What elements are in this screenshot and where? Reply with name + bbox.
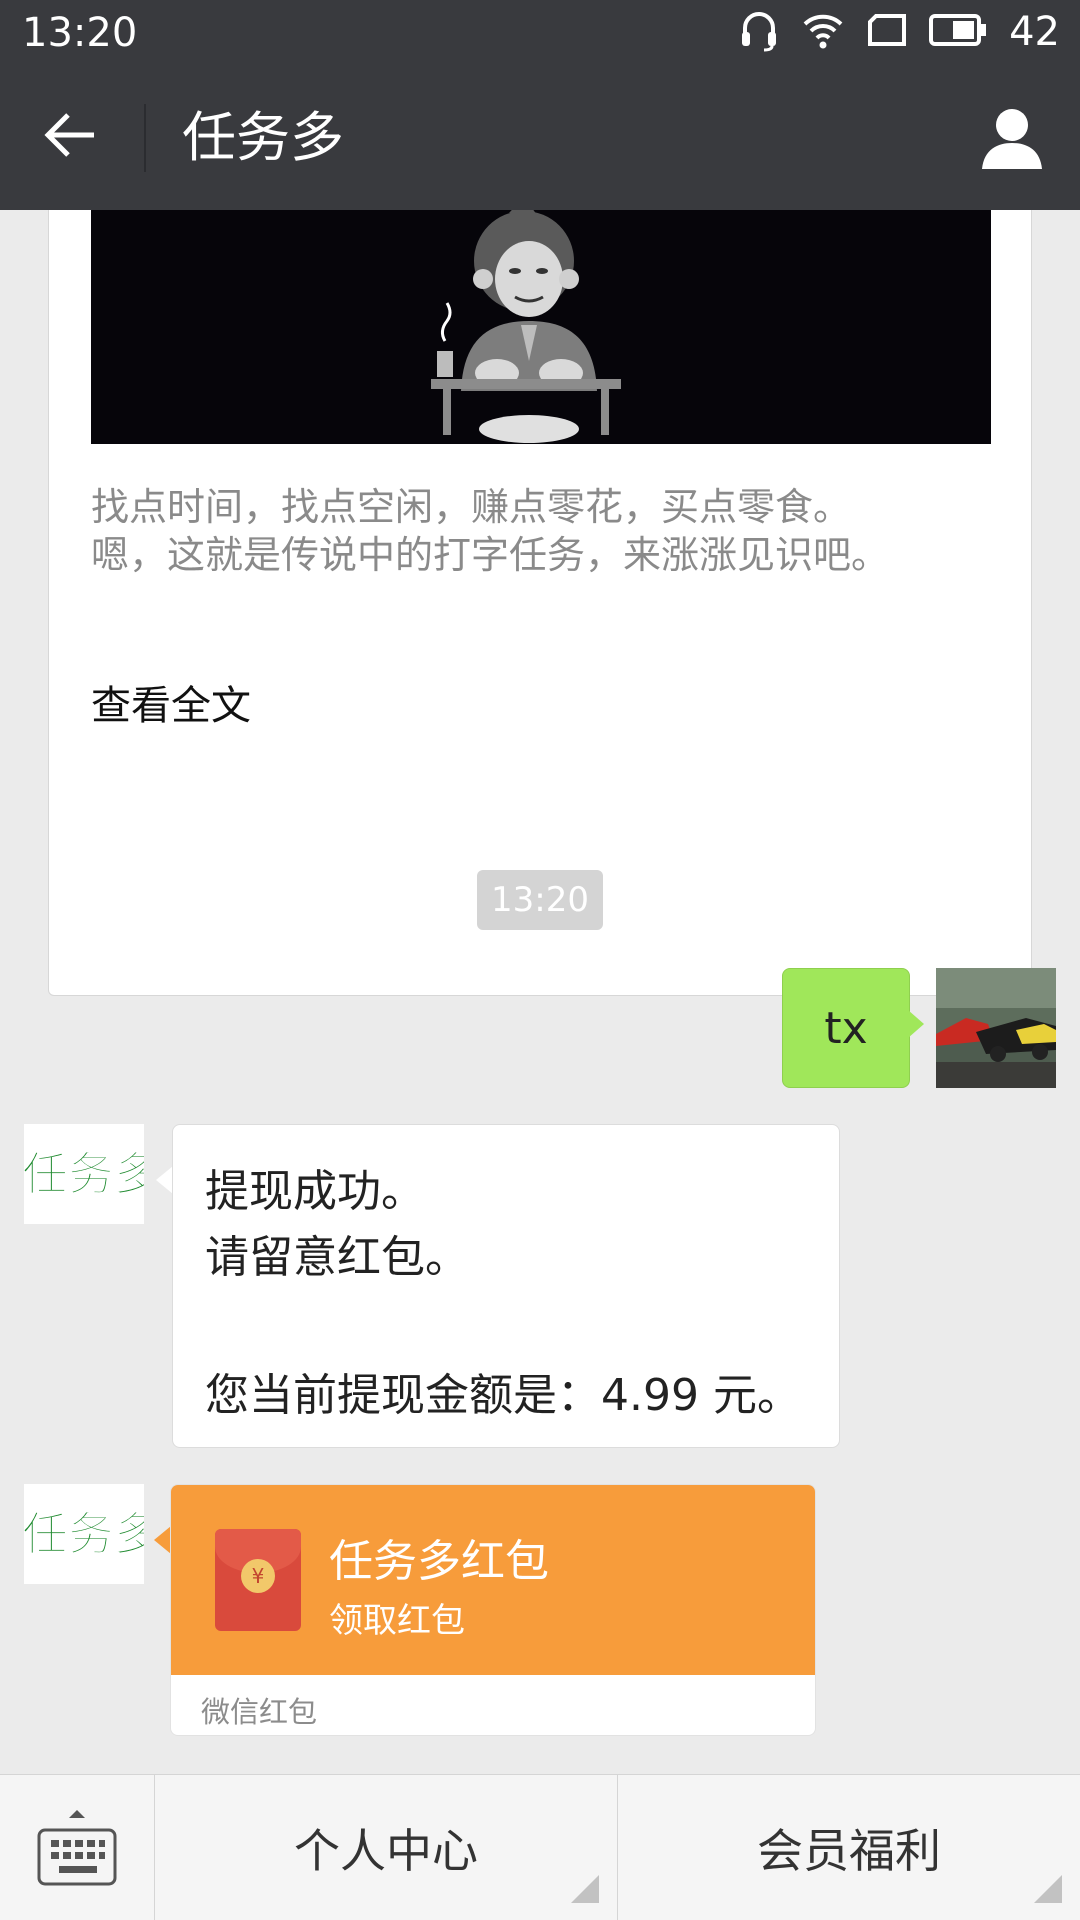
read-more-link[interactable]: 查看全文	[91, 673, 251, 731]
reply-bubble-tail	[156, 1166, 173, 1194]
red-packet-card[interactable]: ¥ 任务多红包 领取红包 微信红包	[170, 1484, 816, 1736]
coin-icon: ¥	[241, 1559, 275, 1593]
status-time: 13:20	[22, 10, 138, 56]
bot-logo-text: 任务多	[24, 1147, 144, 1201]
menu-item-label: 个人中心	[294, 1824, 478, 1878]
headset-icon	[739, 8, 779, 56]
menu-member-benefits[interactable]: 会员福利	[618, 1775, 1080, 1920]
sent-message-text: tx	[824, 1002, 868, 1054]
red-envelope-icon: ¥	[215, 1529, 301, 1631]
battery-icon	[929, 14, 987, 50]
red-packet-footer: 微信红包	[201, 1695, 318, 1729]
article-cover-image	[91, 210, 991, 444]
page-title: 任务多	[182, 106, 344, 169]
chat-area[interactable]: 找点时间，找点空闲，赚点零花，买点零食。 嗯，这就是传说中的打字任务，来涨涨见识…	[0, 210, 1080, 1774]
sent-message-bubble[interactable]: tx	[782, 968, 910, 1088]
reply-message-bubble[interactable]: 提现成功。 请留意红包。 您当前提现金额是：4.99 元。	[172, 1124, 840, 1448]
sim-card-icon	[867, 13, 907, 51]
bottom-menu: 个人中心 会员福利	[0, 1774, 1080, 1920]
keyboard-toggle-button[interactable]	[0, 1775, 154, 1920]
battery-level: 42	[1009, 9, 1060, 55]
bot-logo-text: 任务多	[24, 1507, 144, 1561]
submenu-indicator-icon	[1034, 1875, 1062, 1903]
red-packet-subtitle: 领取红包	[329, 1601, 465, 1641]
menu-item-label: 会员福利	[757, 1824, 941, 1878]
reply-line: 提现成功。	[205, 1166, 425, 1217]
back-button[interactable]	[30, 102, 110, 172]
my-avatar[interactable]	[936, 968, 1056, 1088]
red-packet-body: ¥ 任务多红包 领取红包	[171, 1485, 815, 1675]
reply-line: 请留意红包。	[205, 1232, 469, 1283]
reply-line: 您当前提现金额是：4.99 元。	[205, 1370, 801, 1421]
red-packet-footer-bar: 微信红包	[171, 1675, 815, 1735]
app-bar: 任务多	[0, 64, 1080, 210]
red-packet-tail	[154, 1526, 171, 1554]
person-icon	[980, 105, 1044, 175]
bot-avatar[interactable]: 任务多	[24, 1484, 144, 1584]
message-timestamp: 13:20	[477, 870, 603, 930]
status-bar: 13:20 42	[0, 0, 1080, 64]
header-divider	[144, 104, 146, 172]
bot-avatar[interactable]: 任务多	[24, 1124, 144, 1224]
submenu-indicator-icon	[571, 1875, 599, 1903]
article-summary: 找点时间，找点空闲，赚点零花，买点零食。 嗯，这就是传说中的打字任务，来涨涨见识…	[91, 483, 991, 579]
wifi-icon	[801, 10, 845, 54]
red-packet-title: 任务多红包	[329, 1536, 549, 1587]
article-summary-line: 嗯，这就是传说中的打字任务，来涨涨见识吧。	[91, 533, 890, 577]
arrow-left-icon	[44, 111, 96, 163]
menu-personal-center[interactable]: 个人中心	[155, 1775, 617, 1920]
status-icons: 42	[739, 8, 1060, 56]
profile-button[interactable]	[974, 102, 1050, 178]
keyboard-icon	[35, 1804, 119, 1892]
article-summary-line: 找点时间，找点空闲，赚点零花，买点零食。	[91, 485, 852, 529]
sent-bubble-tail	[908, 1010, 924, 1038]
